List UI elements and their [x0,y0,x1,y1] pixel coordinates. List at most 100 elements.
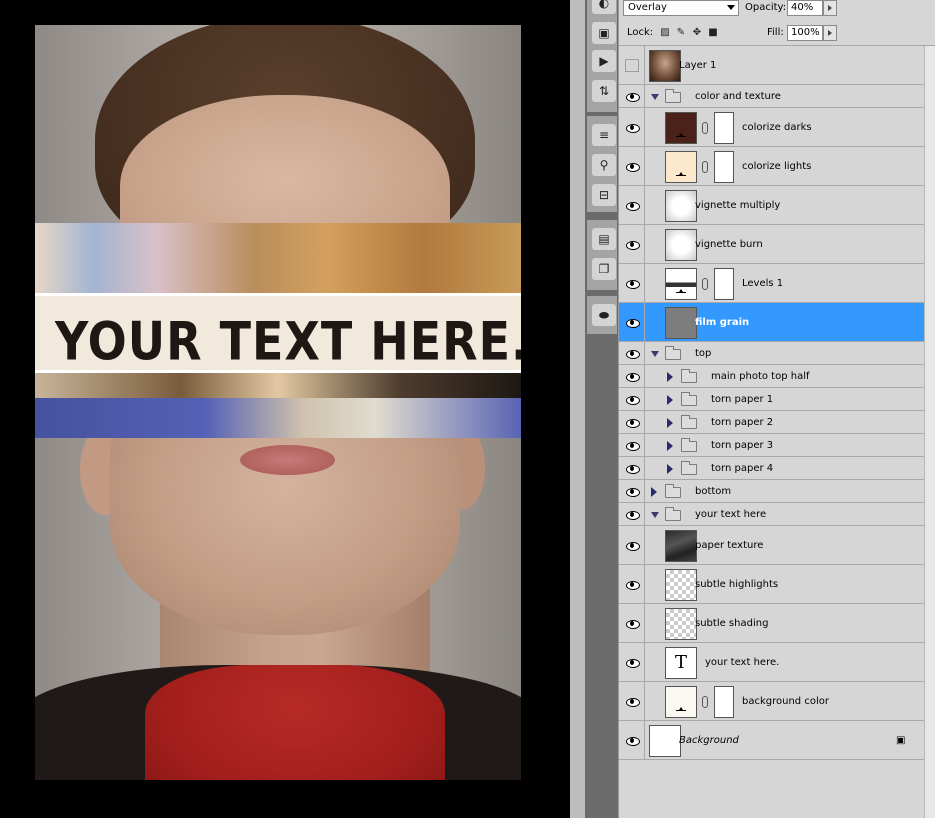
visibility-toggle[interactable] [619,682,645,720]
collapsed-triangle-icon[interactable] [667,463,673,474]
tool-presets-icon[interactable]: ⊟ [592,184,616,206]
navigator-icon[interactable]: ◐ [592,0,616,14]
visibility-toggle[interactable] [619,503,645,525]
styles-panel-icon[interactable]: ⬬ [592,304,616,326]
layer-name: your text here [695,508,767,520]
layer-mask-thumbnail[interactable] [714,111,734,144]
layer-mask-thumbnail[interactable] [714,267,734,300]
visibility-toggle[interactable] [619,721,645,759]
layer-row[interactable]: torn paper 4 [619,457,924,480]
layer-thumbnail [665,267,697,300]
layer-row[interactable]: subtle highlights [619,565,924,604]
visibility-toggle[interactable] [619,604,645,642]
layer-thumbnail [665,189,697,222]
layer-name: colorize darks [742,121,812,133]
layer-row[interactable]: colorize lights [619,147,924,186]
camera-icon[interactable]: ▣ [592,22,616,44]
layer-row[interactable]: bottom [619,480,924,503]
visibility-toggle[interactable] [619,365,645,387]
layer-options-bar: Overlay Opacity: 40% Lock: ▨ ✎ ✥ ■ Fill:… [619,0,935,46]
collapsed-triangle-icon[interactable] [667,440,673,451]
paragraph-panel-icon[interactable]: ❐ [592,258,616,280]
adjustment-marker-icon [676,171,686,179]
eye-icon [626,488,640,497]
visibility-toggle[interactable] [619,85,645,107]
visibility-toggle[interactable] [619,411,645,433]
layer-row[interactable]: vignette multiply [619,186,924,225]
link-chain-icon[interactable] [702,121,708,134]
lock-brush-icon[interactable]: ✎ [675,27,687,39]
eye-icon [626,124,640,133]
visibility-toggle[interactable] [619,643,645,681]
layers-scrollbar[interactable] [924,46,935,818]
dock-group-2: ≡ ⚲ ⊟ [587,116,617,212]
actions-play-icon[interactable]: ▶ [592,50,616,72]
visibility-toggle[interactable] [619,480,645,502]
lock-move-icon[interactable]: ✥ [691,27,703,39]
fill-input[interactable]: 100% [787,25,823,41]
dock-group-1: ◐ ▣ ▶ ⇅ [587,0,617,112]
layer-row[interactable]: Layer 1 [619,46,924,85]
visibility-toggle[interactable] [619,434,645,456]
layer-row[interactable]: Background ▣ [619,721,924,760]
layer-row[interactable]: top [619,342,924,365]
layer-row[interactable]: background color [619,682,924,721]
visibility-toggle[interactable] [619,108,645,146]
layer-mask-thumbnail[interactable] [714,685,734,718]
visibility-toggle[interactable] [619,147,645,185]
collapsed-triangle-icon[interactable] [651,486,657,497]
fill-label: Fill: [767,27,784,38]
layer-row[interactable]: torn paper 2 [619,411,924,434]
layer-row[interactable]: film grain [619,303,924,342]
visibility-toggle[interactable] [619,457,645,479]
expand-triangle-icon[interactable] [651,511,659,518]
layer-thumbnail: T [665,646,697,679]
layer-row[interactable]: Tyour text here. [619,643,924,682]
collapsed-triangle-icon[interactable] [667,371,673,382]
layer-row[interactable]: torn paper 1 [619,388,924,411]
eye-icon [626,659,640,668]
link-chain-icon[interactable] [702,160,708,173]
visibility-toggle[interactable] [619,264,645,302]
layer-thumbnail [665,685,697,718]
layer-row[interactable]: vignette burn [619,225,924,264]
red-shirt [145,665,445,780]
document-canvas[interactable]: YOUR TEXT HERE. [0,0,570,818]
layer-row[interactable]: Levels 1 [619,264,924,303]
visibility-toggle[interactable] [619,526,645,564]
layer-list: Layer 1 color and texture colorize darks co… [619,46,924,818]
layer-row[interactable]: paper texture [619,526,924,565]
opacity-input[interactable]: 40% [787,0,823,16]
blend-mode-select[interactable]: Overlay [623,0,739,16]
layer-row[interactable]: subtle shading [619,604,924,643]
link-chain-icon[interactable] [702,695,708,708]
clone-source-icon[interactable]: ⚲ [592,154,616,176]
layer-row[interactable]: colorize darks [619,108,924,147]
lock-transparent-icon[interactable]: ▨ [659,27,671,39]
visibility-toggle[interactable] [619,46,645,84]
folder-icon [681,460,697,475]
visibility-toggle[interactable] [619,342,645,364]
layer-row[interactable]: your text here [619,503,924,526]
layer-row[interactable]: main photo top half [619,365,924,388]
opacity-slider-arrow[interactable] [823,0,837,16]
history-icon[interactable]: ⇅ [592,80,616,102]
expand-triangle-icon[interactable] [651,93,659,100]
collapsed-triangle-icon[interactable] [667,417,673,428]
layer-name: Background [679,734,739,746]
visibility-toggle[interactable] [619,303,645,341]
visibility-toggle[interactable] [619,186,645,224]
lock-all-icon[interactable]: ■ [707,27,719,39]
layer-row[interactable]: torn paper 3 [619,434,924,457]
layer-row[interactable]: color and texture [619,85,924,108]
info-panel-icon[interactable]: ▤ [592,228,616,250]
visibility-toggle[interactable] [619,388,645,410]
collapsed-triangle-icon[interactable] [667,394,673,405]
fill-slider-arrow[interactable] [823,25,837,41]
adjustments-icon[interactable]: ≡ [592,124,616,146]
link-chain-icon[interactable] [702,277,708,290]
layer-mask-thumbnail[interactable] [714,150,734,183]
visibility-toggle[interactable] [619,565,645,603]
visibility-toggle[interactable] [619,225,645,263]
expand-triangle-icon[interactable] [651,350,659,357]
